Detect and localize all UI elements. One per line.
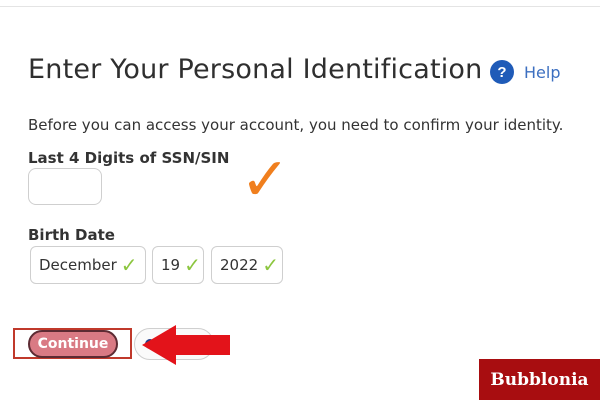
birth-month-select[interactable]: December ✓ — [30, 246, 146, 284]
birth-month-value: December — [39, 256, 117, 274]
check-mark-icon: ✓ — [120, 253, 138, 277]
help-label: Help — [524, 62, 561, 82]
ssn-label: Last 4 Digits of SSN/SIN — [28, 149, 230, 167]
check-mark-icon: ✓ — [184, 253, 201, 277]
birth-date-label: Birth Date — [28, 226, 115, 244]
check-mark-icon: ✓ — [262, 253, 279, 277]
continue-button[interactable]: Continue — [28, 330, 118, 358]
birth-year-value: 2022 — [220, 256, 259, 274]
watermark-logo: Bubblonia — [479, 359, 600, 400]
birth-year-select[interactable]: 2022 ✓ — [211, 246, 283, 284]
intro-text: Before you can access your account, you … — [28, 116, 564, 134]
birth-day-select[interactable]: 19 ✓ — [152, 246, 204, 284]
red-arrow-annotation — [142, 325, 230, 365]
help-link[interactable]: ? Help — [490, 60, 560, 84]
birth-day-value: 19 — [161, 256, 181, 274]
orange-check-annotation: ✓ — [240, 145, 291, 215]
page-title: Enter Your Personal Identification — [28, 54, 483, 85]
ssn-input[interactable] — [28, 168, 102, 205]
top-divider — [0, 6, 600, 7]
question-circle-icon: ? — [490, 60, 514, 84]
